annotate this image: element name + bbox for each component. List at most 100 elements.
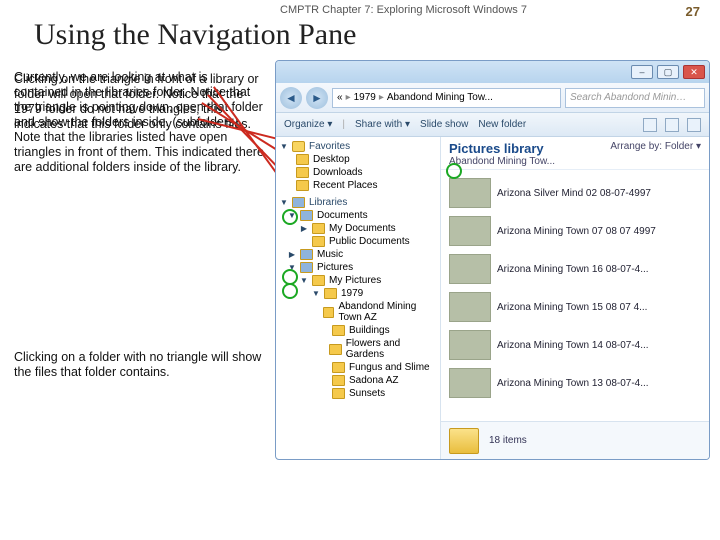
window-titlebar: – ▢ ✕ bbox=[276, 61, 709, 83]
library-icon bbox=[292, 197, 305, 208]
page-number: 27 bbox=[686, 4, 700, 19]
nav-item-sadona[interactable]: Sadona AZ bbox=[276, 374, 440, 387]
window-close-button[interactable]: ✕ bbox=[683, 65, 705, 79]
folder-icon bbox=[329, 344, 341, 355]
libraries-label: Libraries bbox=[309, 197, 347, 208]
forward-button[interactable]: ► bbox=[306, 87, 328, 109]
file-name: Arizona Mining Town 07 08 07 4997 bbox=[497, 226, 656, 237]
file-name: Arizona Silver Mind 02 08-07-4997 bbox=[497, 188, 651, 199]
library-icon bbox=[300, 249, 313, 260]
folder-icon bbox=[332, 388, 345, 399]
nav-item-music[interactable]: Music bbox=[276, 248, 440, 261]
folder-icon bbox=[332, 325, 345, 336]
navigation-pane: Favorites Desktop Downloads Recent Place… bbox=[276, 137, 441, 459]
breadcrumb-overflow[interactable]: « bbox=[337, 92, 343, 103]
nav-item-pictures[interactable]: Pictures bbox=[276, 261, 440, 274]
nav-bar: ◄ ► « ▸ 1979 ▸ Abandond Mining Tow... Se… bbox=[276, 83, 709, 113]
library-icon bbox=[300, 210, 313, 221]
file-item[interactable]: Arizona Silver Mind 02 08-07-4997 bbox=[447, 174, 703, 212]
favorites-label: Favorites bbox=[309, 141, 350, 152]
nav-item-label: Pictures bbox=[317, 262, 353, 273]
toolbar-separator: | bbox=[342, 119, 345, 130]
nav-item-label: Abandond Mining Town AZ bbox=[338, 301, 436, 323]
folder-icon bbox=[296, 180, 309, 191]
nav-item-label: Downloads bbox=[313, 167, 362, 178]
nav-item-desktop[interactable]: Desktop bbox=[276, 153, 440, 166]
file-list: Arizona Silver Mind 02 08-07-4997 Arizon… bbox=[441, 170, 709, 421]
nav-item-label: Flowers and Gardens bbox=[346, 338, 436, 360]
nav-item-label: Buildings bbox=[349, 325, 390, 336]
nav-item-label: Documents bbox=[317, 210, 368, 221]
image-thumbnail bbox=[449, 254, 491, 284]
nav-item-fungus[interactable]: Fungus and Slime bbox=[276, 361, 440, 374]
window-maximize-button[interactable]: ▢ bbox=[657, 65, 679, 79]
file-item[interactable]: Arizona Mining Town 16 08-07-4... bbox=[447, 250, 703, 288]
file-item[interactable]: Arizona Mining Town 14 08-07-4... bbox=[447, 326, 703, 364]
annotation-green-circle bbox=[282, 209, 298, 225]
nav-item-documents[interactable]: Documents bbox=[276, 209, 440, 222]
folder-icon bbox=[296, 154, 309, 165]
file-name: Arizona Mining Town 16 08-07-4... bbox=[497, 264, 649, 275]
chevron-right-icon: ▸ bbox=[346, 92, 351, 103]
image-thumbnail bbox=[449, 330, 491, 360]
triangle-open-icon[interactable] bbox=[312, 289, 320, 298]
view-options-icon[interactable] bbox=[643, 118, 657, 132]
nav-item-label: Sadona AZ bbox=[349, 375, 398, 386]
organize-menu[interactable]: Organize ▾ bbox=[284, 119, 332, 130]
nav-item-abandoned-mining-town[interactable]: Abandond Mining Town AZ bbox=[276, 300, 440, 324]
folder-icon bbox=[296, 167, 309, 178]
explorer-window: – ▢ ✕ ◄ ► « ▸ 1979 ▸ Abandond Mining Tow… bbox=[275, 60, 710, 460]
library-header: Pictures library Abandond Mining Tow... … bbox=[441, 137, 709, 170]
chevron-right-icon: ▸ bbox=[379, 92, 384, 103]
nav-item-flowers[interactable]: Flowers and Gardens bbox=[276, 337, 440, 361]
triangle-open-icon[interactable] bbox=[300, 276, 308, 285]
slideshow-button[interactable]: Slide show bbox=[420, 119, 468, 130]
nav-item-buildings[interactable]: Buildings bbox=[276, 324, 440, 337]
triangle-closed-icon[interactable] bbox=[288, 250, 296, 259]
arrange-by-dropdown[interactable]: Folder ▾ bbox=[665, 141, 701, 152]
star-icon bbox=[292, 141, 305, 152]
favorites-group[interactable]: Favorites bbox=[276, 140, 440, 153]
image-thumbnail bbox=[449, 292, 491, 322]
nav-item-label: Sunsets bbox=[349, 388, 385, 399]
status-bar: 18 items bbox=[441, 421, 709, 459]
annotation-green-circle bbox=[446, 163, 462, 179]
new-folder-button[interactable]: New folder bbox=[478, 119, 526, 130]
search-input[interactable]: Search Abandond Minin… bbox=[565, 88, 705, 108]
folder-icon bbox=[323, 307, 334, 318]
libraries-group[interactable]: Libraries bbox=[276, 196, 440, 209]
nav-item-label: Recent Places bbox=[313, 180, 377, 191]
nav-item-label: My Documents bbox=[329, 223, 396, 234]
breadcrumb-item[interactable]: 1979 bbox=[354, 92, 376, 103]
triangle-closed-icon[interactable] bbox=[300, 224, 308, 233]
breadcrumb-item[interactable]: Abandond Mining Tow... bbox=[387, 92, 493, 103]
triangle-open-icon[interactable] bbox=[280, 142, 288, 151]
nav-item-my-pictures[interactable]: My Pictures bbox=[276, 274, 440, 287]
window-minimize-button[interactable]: – bbox=[631, 65, 653, 79]
help-icon[interactable] bbox=[687, 118, 701, 132]
file-item[interactable]: Arizona Mining Town 15 08 07 4... bbox=[447, 288, 703, 326]
share-with-menu[interactable]: Share with ▾ bbox=[355, 119, 410, 130]
file-item[interactable]: Arizona Mining Town 13 08-07-4... bbox=[447, 364, 703, 402]
folder-icon bbox=[312, 275, 325, 286]
image-thumbnail bbox=[449, 178, 491, 208]
nav-item-label: Fungus and Slime bbox=[349, 362, 430, 373]
explanatory-paragraph-3: Clicking on a folder with no triangle wi… bbox=[14, 350, 264, 380]
file-name: Arizona Mining Town 13 08-07-4... bbox=[497, 378, 649, 389]
arrange-by-label: Arrange by: bbox=[610, 141, 662, 152]
folder-icon bbox=[332, 362, 345, 373]
nav-item-label: Music bbox=[317, 249, 343, 260]
triangle-open-icon[interactable] bbox=[280, 198, 288, 207]
breadcrumb[interactable]: « ▸ 1979 ▸ Abandond Mining Tow... bbox=[332, 88, 561, 108]
preview-pane-icon[interactable] bbox=[665, 118, 679, 132]
nav-item-my-documents[interactable]: My Documents bbox=[276, 222, 440, 235]
file-item[interactable]: Arizona Mining Town 07 08 07 4997 bbox=[447, 212, 703, 250]
nav-item-label: Public Documents bbox=[329, 236, 410, 247]
back-button[interactable]: ◄ bbox=[280, 87, 302, 109]
nav-item-1979[interactable]: 1979 bbox=[276, 287, 440, 300]
item-count: 18 items bbox=[489, 435, 527, 446]
nav-item-sunsets[interactable]: Sunsets bbox=[276, 387, 440, 400]
nav-item-public-documents[interactable]: Public Documents bbox=[276, 235, 440, 248]
nav-item-recent-places[interactable]: Recent Places bbox=[276, 179, 440, 192]
nav-item-downloads[interactable]: Downloads bbox=[276, 166, 440, 179]
